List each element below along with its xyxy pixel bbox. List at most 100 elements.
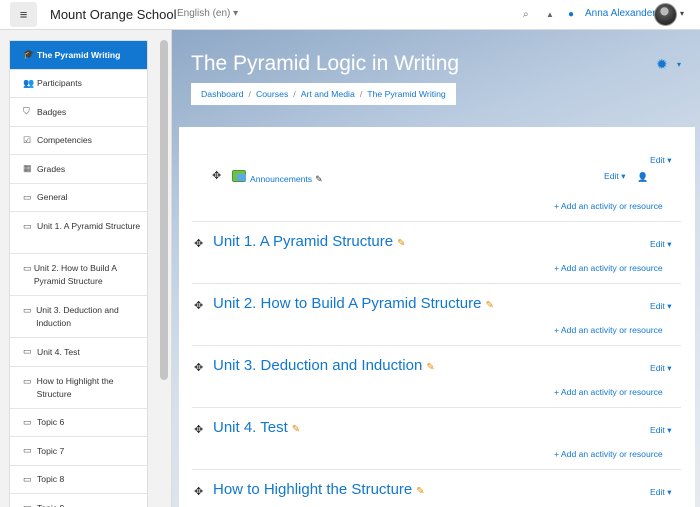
section-title-text: Unit 4. Test — [213, 419, 288, 436]
sidebar-item[interactable]: 🎓 The Pyramid Writing — [10, 41, 147, 70]
move-icon[interactable]: ✥ — [194, 423, 203, 436]
add-activity-link[interactable]: + Add an activity or resource — [554, 263, 663, 273]
menu-toggle-icon[interactable]: ≡ — [10, 2, 37, 27]
section-edit-menu[interactable]: Edit ▾ — [650, 425, 672, 436]
sidebar-item-label: Unit 2. How to Build A Pyramid Structure — [33, 263, 117, 286]
announcements-link[interactable]: Announcements ✎ — [250, 174, 323, 185]
add-activity-link[interactable]: + Add an activity or resource — [554, 387, 663, 397]
sidebar-item-label: Grades — [37, 163, 66, 174]
drawer-nav-list: 🎓 The Pyramid Writing 👥 Participants ⛉ Badges… — [9, 40, 148, 507]
folder-icon: ▭ — [23, 305, 32, 315]
section-title[interactable]: Unit 3. Deduction and Induction ✎ — [213, 357, 435, 374]
drawer-scrollbar[interactable] — [160, 40, 168, 380]
add-activity-link[interactable]: + Add an activity or resource — [554, 449, 663, 459]
sidebar-item[interactable]: ▭ Unit 4. Test — [10, 338, 147, 367]
folder-icon: ▭ — [23, 502, 35, 507]
folder-icon: ▭ — [23, 346, 32, 357]
person-icon[interactable]: 👤 — [637, 172, 648, 183]
language-menu[interactable]: English (en) ▾ — [177, 8, 238, 19]
folder-icon: ▭ — [23, 221, 32, 231]
breadcrumb-separator: / — [359, 89, 363, 99]
pencil-icon[interactable]: ✎ — [397, 238, 405, 249]
sidebar-item-label: Unit 3. Deduction and Induction — [36, 305, 119, 328]
pencil-icon[interactable]: ✎ — [426, 362, 434, 373]
site-name[interactable]: Mount Orange School — [50, 7, 176, 22]
section-edit-menu[interactable]: Edit ▾ — [650, 155, 672, 166]
move-icon[interactable]: ✥ — [194, 237, 203, 250]
folder-icon: ▭ — [23, 473, 32, 484]
move-icon[interactable]: ✥ — [212, 169, 221, 182]
sidebar-item-label: Participants — [37, 78, 82, 89]
chevron-down-icon[interactable]: ▾ — [677, 60, 681, 69]
sidebar-item-label: The Pyramid Writing — [37, 49, 121, 60]
section-edit-menu[interactable]: Edit ▾ — [650, 239, 672, 250]
course-section: ✥How to Highlight the Structure✎Edit ▾+ … — [192, 470, 681, 507]
breadcrumb-dashboard[interactable]: Dashboard — [201, 89, 244, 99]
table-icon: ▦ — [23, 163, 32, 174]
sidebar-item-label: Topic 8 — [37, 474, 65, 485]
sidebar-item[interactable]: ▭ General — [10, 184, 147, 212]
sidebar-item[interactable]: ▭ Topic 6 — [10, 409, 147, 437]
pencil-icon[interactable]: ✎ — [416, 486, 424, 497]
sidebar-item[interactable]: ▦ Grades — [10, 155, 147, 184]
section-edit-menu[interactable]: Edit ▾ — [650, 301, 672, 312]
add-activity-link[interactable]: + Add an activity or resource — [554, 201, 663, 211]
search-icon[interactable]: ⌕ — [523, 9, 529, 21]
course-section: ✥ Unit 2. How to Build A Pyramid Structur… — [192, 284, 681, 346]
pencil-icon[interactable]: ✎ — [315, 174, 323, 184]
bell-icon[interactable]: ▲ — [546, 9, 554, 21]
sidebar-item-label: Topic 6 — [37, 417, 65, 428]
sidebar-item[interactable]: ⛉ Badges — [10, 98, 147, 127]
general-section: Edit ▾ ✥ Announcements ✎ Edit ▾ 👤 + Add a… — [192, 127, 681, 222]
language-label: English (en) — [177, 8, 231, 19]
section-title[interactable]: How to Highlight the Structure ✎ — [213, 481, 425, 498]
sidebar-item[interactable]: ▭ Topic 7 — [10, 437, 147, 466]
move-icon[interactable]: ✥ — [194, 299, 203, 312]
breadcrumb-courses[interactable]: Courses — [256, 89, 288, 99]
breadcrumb-course[interactable]: The Pyramid Writing — [367, 89, 446, 99]
section-title[interactable]: Unit 2. How to Build A Pyramid Structure… — [213, 295, 494, 312]
section-title[interactable]: Unit 4. Test ✎ — [213, 419, 300, 436]
sidebar-item[interactable]: ▭ How to Highlight the Structure — [10, 367, 147, 409]
announcements-label: Announcements — [250, 174, 313, 184]
folder-icon: ▭ — [23, 445, 32, 456]
activity-edit-menu[interactable]: Edit ▾ — [604, 171, 626, 182]
section-title-text: Unit 2. How to Build A Pyramid Structure — [213, 295, 482, 312]
sidebar-item-label: Badges — [37, 106, 67, 117]
top-navbar: ≡ Mount Orange School English (en) ▾ ⌕ ▲… — [0, 0, 700, 30]
avatar[interactable] — [654, 3, 677, 26]
forum-icon — [232, 170, 246, 182]
sidebar-item[interactable]: ☑ Competencies — [10, 127, 147, 155]
sidebar-item-label: How to Highlight the Structure — [36, 375, 114, 399]
messages-icon[interactable]: ● — [568, 9, 574, 21]
nav-drawer: 🎓 The Pyramid Writing 👥 Participants ⛉ Badges… — [0, 30, 172, 507]
section-edit-menu[interactable]: Edit ▾ — [650, 363, 672, 374]
move-icon[interactable]: ✥ — [194, 361, 203, 374]
course-section: ✥ Unit 4. Test ✎ Edit ▾ + Add an activity or… — [192, 408, 681, 470]
section-edit-menu[interactable]: Edit ▾ — [650, 487, 672, 498]
breadcrumb: Dashboard / Courses / Art and Media / Th… — [191, 83, 456, 105]
sidebar-item[interactable]: ▭Topic 9 — [10, 494, 147, 507]
section-title-text: Unit 3. Deduction and Induction — [213, 357, 423, 374]
pencil-icon[interactable]: ✎ — [292, 424, 300, 435]
user-name[interactable]: Anna Alexander — [585, 8, 656, 19]
sidebar-item[interactable]: 👥 Participants — [10, 70, 147, 98]
breadcrumb-category[interactable]: Art and Media — [301, 89, 355, 99]
gear-icon[interactable]: ✹ — [656, 56, 668, 73]
sidebar-item[interactable]: ▭ Unit 1. A Pyramid Structure — [10, 212, 147, 254]
shield-icon: ⛉ — [23, 106, 30, 117]
pencil-icon[interactable]: ✎ — [485, 300, 493, 311]
sidebar-item-label: Unit 1. A Pyramid Structure — [37, 221, 141, 231]
sidebar-item-label: Topic 9 — [37, 503, 64, 507]
chevron-down-icon[interactable]: ▾ — [680, 9, 684, 18]
add-activity-link[interactable]: + Add an activity or resource — [554, 325, 663, 335]
sidebar-item[interactable]: ▭ Unit 2. How to Build A Pyramid Structur… — [10, 254, 147, 296]
section-title[interactable]: Unit 1. A Pyramid Structure ✎ — [213, 233, 405, 250]
move-icon[interactable]: ✥ — [194, 485, 203, 498]
breadcrumb-separator: / — [293, 89, 296, 99]
sidebar-item-label: General — [37, 192, 68, 203]
sidebar-item[interactable]: ▭ Unit 3. Deduction and Induction — [10, 296, 147, 338]
section-title-text: How to Highlight the Structure — [213, 481, 413, 498]
sidebar-item[interactable]: ▭ Topic 8 — [10, 466, 147, 494]
graduation-cap-icon: 🎓 — [23, 49, 35, 60]
